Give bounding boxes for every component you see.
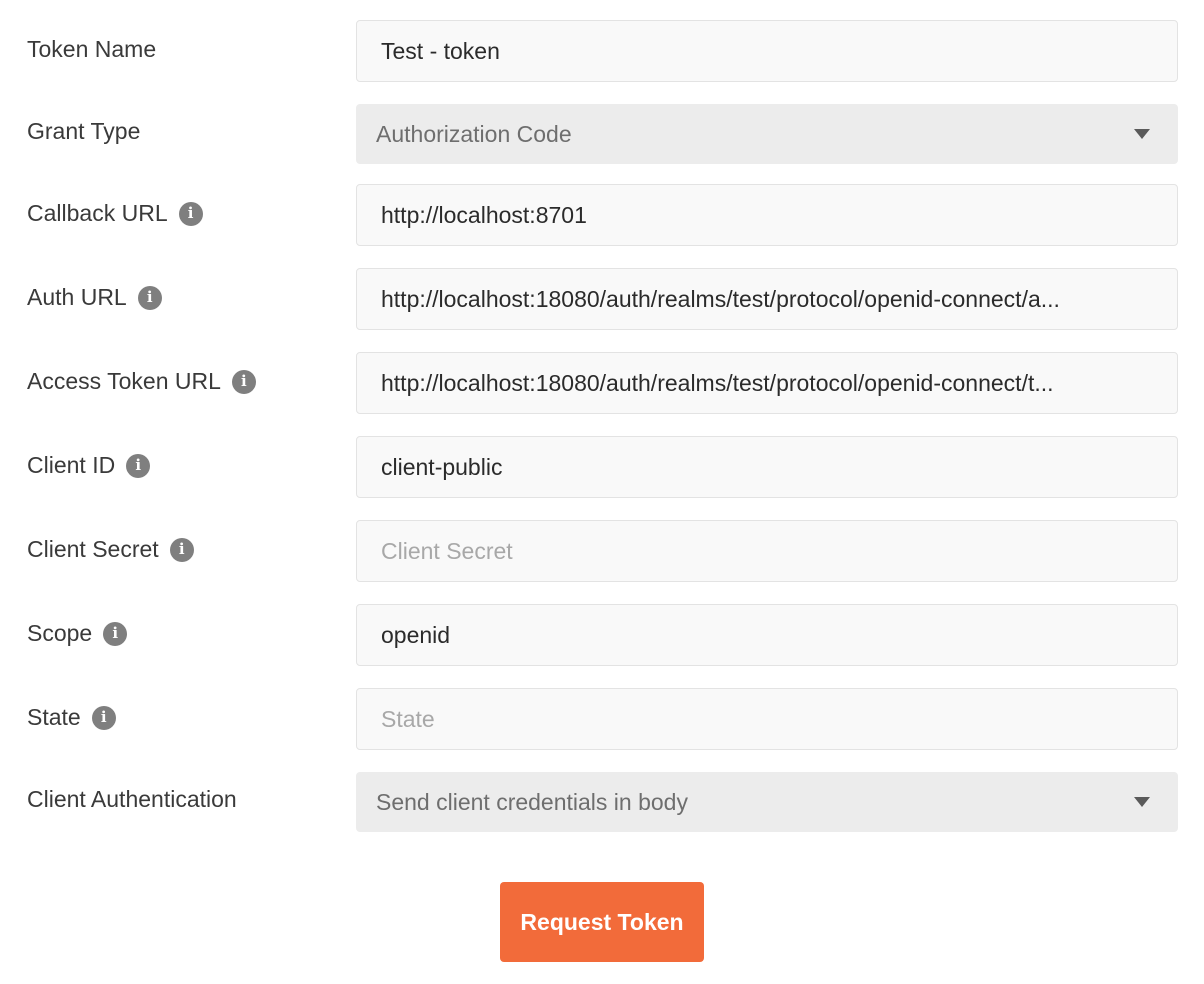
- callback-url-input[interactable]: [381, 201, 1153, 229]
- info-icon[interactable]: i: [231, 369, 256, 394]
- request-token-button[interactable]: Request Token: [500, 882, 704, 962]
- scope-label: Scope i: [27, 620, 128, 647]
- client-authentication-label: Client Authentication: [27, 786, 237, 812]
- client-id-input[interactable]: [381, 453, 1153, 481]
- client-secret-label: Client Secret i: [27, 536, 194, 563]
- callback-url-field[interactable]: [356, 184, 1178, 246]
- grant-type-label: Grant Type: [27, 118, 141, 144]
- state-label: State i: [27, 704, 116, 731]
- client-id-field[interactable]: [356, 436, 1178, 498]
- token-name-input[interactable]: [381, 37, 1153, 65]
- client-authentication-value: Send client credentials in body: [376, 788, 688, 815]
- state-field[interactable]: [356, 688, 1178, 750]
- info-icon[interactable]: i: [178, 201, 203, 226]
- token-name-label: Token Name: [27, 36, 157, 62]
- client-secret-field[interactable]: [356, 520, 1178, 582]
- callback-url-label: Callback URL i: [27, 200, 203, 227]
- auth-url-field[interactable]: [356, 268, 1178, 330]
- client-id-label: Client ID i: [27, 452, 151, 479]
- info-icon[interactable]: i: [103, 621, 128, 646]
- client-secret-input[interactable]: [381, 537, 1153, 565]
- info-icon[interactable]: i: [91, 705, 116, 730]
- info-icon[interactable]: i: [169, 537, 194, 562]
- auth-url-label: Auth URL i: [27, 284, 162, 311]
- grant-type-value: Authorization Code: [376, 120, 572, 147]
- chevron-down-icon: [1134, 797, 1150, 807]
- info-icon[interactable]: i: [137, 285, 162, 310]
- access-token-url-field[interactable]: [356, 352, 1178, 414]
- token-name-field[interactable]: [356, 20, 1178, 82]
- scope-input[interactable]: [381, 621, 1153, 649]
- state-input[interactable]: [381, 705, 1153, 733]
- access-token-url-input[interactable]: [381, 369, 1153, 397]
- scope-field[interactable]: [356, 604, 1178, 666]
- auth-url-input[interactable]: [381, 285, 1153, 313]
- chevron-down-icon: [1134, 129, 1150, 139]
- access-token-url-label: Access Token URL i: [27, 368, 256, 395]
- info-icon[interactable]: i: [126, 453, 151, 478]
- grant-type-select[interactable]: Authorization Code: [356, 104, 1178, 164]
- client-authentication-select[interactable]: Send client credentials in body: [356, 772, 1178, 832]
